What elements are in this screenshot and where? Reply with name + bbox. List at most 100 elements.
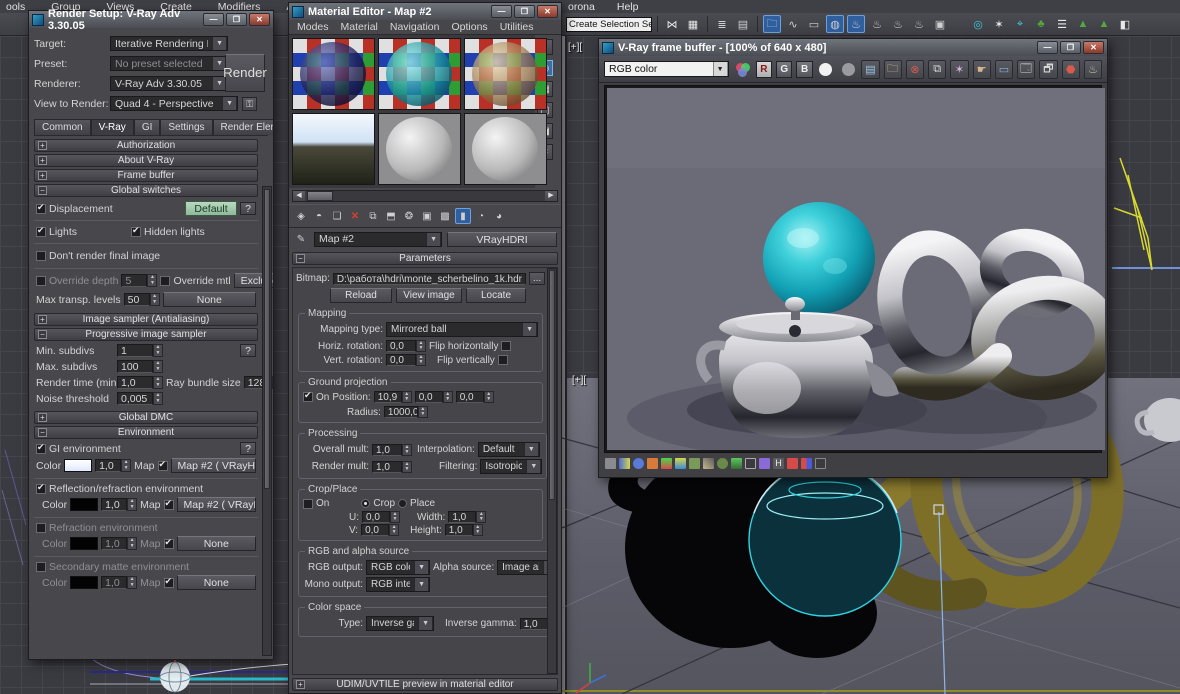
u-spinner[interactable]: 0,0: [362, 511, 400, 523]
clear-image-icon[interactable]: ⊗: [905, 59, 925, 79]
renderer-dropdown[interactable]: V-Ray Adv 3.30.05: [110, 76, 228, 91]
render-setup-scrollbar[interactable]: [262, 186, 272, 656]
width-spinner[interactable]: 1,0: [448, 511, 487, 523]
rollout-authorization[interactable]: + Authorization: [34, 139, 258, 152]
rollout-global-switches[interactable]: − Global switches: [34, 184, 258, 197]
gi-map-checkbox[interactable]: [157, 459, 168, 471]
layer-manager-icon[interactable]: ▤: [734, 15, 752, 33]
vert-rotation-spinner[interactable]: 0,0: [386, 354, 426, 366]
position-y-spinner[interactable]: 0,0: [414, 391, 453, 403]
refr-environment-checkbox[interactable]: [36, 523, 46, 533]
make-unique-icon[interactable]: ⧉: [365, 208, 381, 224]
vfb-hsl-icon[interactable]: [675, 457, 686, 469]
render-preview-icon[interactable]: ♨: [910, 15, 928, 33]
render-setup-icon[interactable]: ◍: [826, 15, 844, 33]
maximize-button[interactable]: ❐: [1060, 41, 1081, 54]
progressive-help-button[interactable]: ?: [240, 344, 256, 357]
close-button[interactable]: ✕: [249, 13, 270, 26]
tab-settings[interactable]: Settings: [160, 119, 213, 135]
flip-horizontally-checkbox[interactable]: [501, 341, 512, 351]
show-end-result-icon[interactable]: ▩: [437, 208, 453, 224]
override-mtl-checkbox[interactable]: [160, 275, 171, 286]
gi-color-swatch[interactable]: [64, 459, 93, 472]
menu-material[interactable]: Material: [341, 21, 378, 33]
environment-help-button[interactable]: ?: [240, 442, 256, 455]
render-iterative-icon[interactable]: ♨: [889, 15, 907, 33]
maximize-button[interactable]: ❐: [514, 5, 535, 18]
sun-positioner-icon[interactable]: ✶: [990, 15, 1008, 33]
sample-material-icon[interactable]: ◕: [491, 208, 507, 224]
target-dropdown[interactable]: Iterative Rendering Mode: [110, 36, 228, 51]
tree-icon[interactable]: ▲: [1074, 15, 1092, 33]
vfb-info-icon[interactable]: [605, 457, 616, 469]
stop-render-icon[interactable]: ⬣: [1061, 59, 1080, 79]
dont-render-final-checkbox[interactable]: [36, 251, 46, 261]
minimize-button[interactable]: —: [1037, 41, 1058, 54]
matte-mult-spinner[interactable]: 1,0: [101, 576, 138, 589]
show-map-in-viewport-icon[interactable]: ▣: [419, 208, 435, 224]
color-space-type-dropdown[interactable]: Inverse gar: [366, 616, 434, 631]
red-channel-button[interactable]: R: [755, 60, 773, 78]
scroll-left-arrow[interactable]: ◀: [293, 191, 305, 201]
vfb-icc-icon[interactable]: H: [773, 457, 784, 469]
load-image-icon[interactable]: 🗀: [883, 59, 902, 79]
sample-slot[interactable]: [464, 38, 547, 110]
scatter-icon[interactable]: ◧: [1116, 15, 1134, 33]
height-spinner[interactable]: 1,0: [444, 524, 483, 536]
selection-set-dropdown[interactable]: Create Selection Se: [566, 16, 652, 32]
crop-on-checkbox[interactable]: [303, 498, 313, 509]
object-list-icon[interactable]: ☰: [1053, 15, 1071, 33]
pick-material-eyedropper-icon[interactable]: ✎: [293, 231, 309, 247]
rollout-frame-buffer[interactable]: + Frame buffer: [34, 169, 258, 182]
tab-gi[interactable]: GI: [133, 119, 161, 135]
channels-wheel-icon[interactable]: [733, 60, 752, 79]
vfb-color-balance-icon[interactable]: [689, 457, 700, 469]
crop-radio[interactable]: [361, 499, 371, 508]
scroll-right-arrow[interactable]: ▶: [545, 191, 557, 201]
material-editor-titlebar[interactable]: Material Editor - Map #2 — ❐ ✕: [289, 3, 561, 20]
sample-slots-scrollbar[interactable]: ◀ ▶: [292, 190, 558, 202]
rollout-udim[interactable]: + UDIM/UVTILE preview in material editor: [292, 678, 558, 691]
filtering-dropdown[interactable]: Isotropic: [480, 459, 543, 474]
lock-view-icon[interactable]: ⚿: [242, 96, 257, 111]
override-mtl-none-button[interactable]: None: [162, 292, 256, 307]
light-lister-icon[interactable]: ◎: [969, 15, 987, 33]
menu-navigation[interactable]: Navigation: [390, 21, 440, 33]
menu-help[interactable]: Help: [617, 1, 639, 13]
vfb-titlebar[interactable]: V-Ray frame buffer - [100% of 640 x 480]…: [599, 39, 1107, 56]
menu-modes[interactable]: Modes: [297, 21, 329, 33]
ground-on-checkbox[interactable]: [303, 390, 313, 402]
bitmap-path-field[interactable]: D:\работа\hdri\monte_scherbelino_1k.hdr: [332, 272, 526, 285]
maximize-button[interactable]: ❐: [226, 13, 247, 26]
go-forward-sibling-icon[interactable]: ◔: [473, 208, 489, 224]
override-depth-spinner[interactable]: 5: [121, 274, 158, 287]
duplicate-to-host-icon[interactable]: ⧉: [928, 59, 947, 79]
compare-images-icon[interactable]: 🗗: [1039, 59, 1058, 79]
curve-editor-icon[interactable]: ∿: [784, 15, 802, 33]
vfb-pixel-info-icon[interactable]: [633, 457, 644, 469]
render-time-spinner[interactable]: 1,0: [117, 376, 163, 389]
override-depth-checkbox[interactable]: [36, 275, 46, 286]
radius-spinner[interactable]: 1000,0: [383, 406, 428, 418]
vfb-lut-icon[interactable]: [745, 457, 756, 469]
camera-tools-icon[interactable]: ⌖: [1011, 15, 1029, 33]
rollout-progressive-sampler[interactable]: − Progressive image sampler: [34, 328, 258, 341]
dope-sheet-icon[interactable]: ▭: [805, 15, 823, 33]
lights-checkbox[interactable]: [36, 225, 46, 237]
vfb-bloom-icon[interactable]: [787, 457, 798, 469]
blue-channel-button[interactable]: B: [796, 60, 813, 78]
tab-common[interactable]: Common: [34, 119, 91, 135]
get-material-icon[interactable]: ◈: [293, 208, 309, 224]
v-spinner[interactable]: 0,0: [361, 524, 400, 536]
overall-mult-spinner[interactable]: 1,0: [372, 443, 412, 456]
refr-mult-spinner[interactable]: 1,0: [101, 537, 138, 550]
view-image-button[interactable]: View image: [396, 288, 462, 303]
reset-map-icon[interactable]: ✕: [347, 208, 363, 224]
tab-render-elements[interactable]: Render Elements: [212, 119, 273, 135]
rollout-parameters[interactable]: − Parameters: [292, 252, 558, 265]
tree-2-icon[interactable]: ▲: [1095, 15, 1113, 33]
render-setup-titlebar[interactable]: Render Setup: V-Ray Adv 3.30.05 — ❐ ✕: [29, 8, 273, 32]
help-button[interactable]: ?: [240, 202, 256, 215]
refl-color-swatch[interactable]: [70, 498, 99, 511]
vfb-histogram-icon[interactable]: [619, 457, 630, 469]
